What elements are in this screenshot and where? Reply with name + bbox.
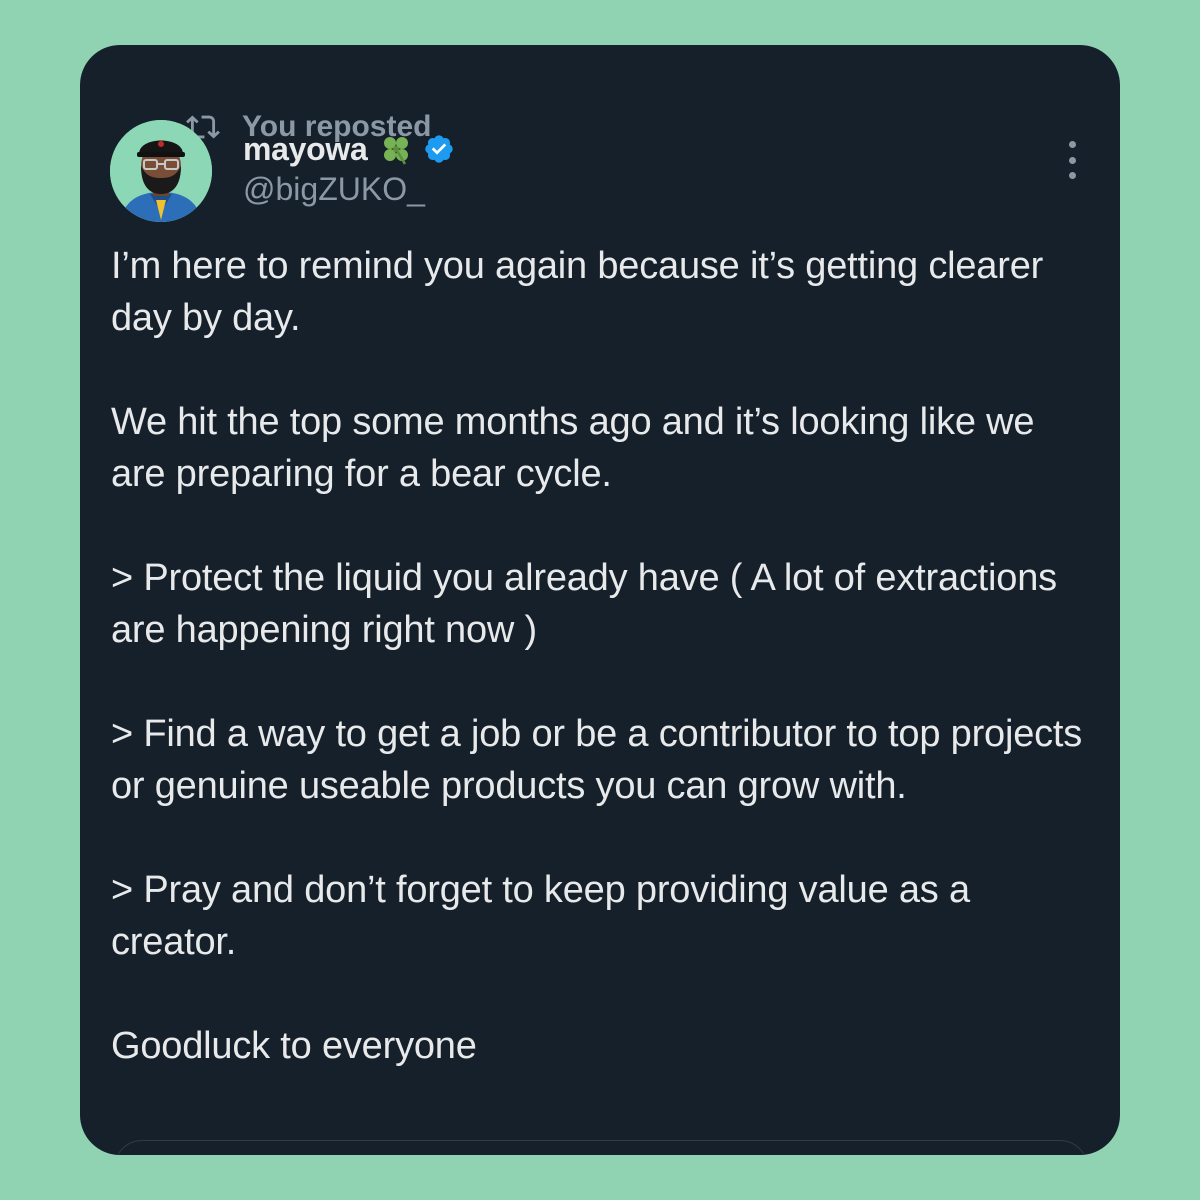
- four-leaf-clover-icon: [384, 137, 409, 165]
- tweet-paragraph: > Find a way to get a job or be a contri…: [111, 713, 1083, 807]
- tweet-paragraph: Goodluck to everyone: [111, 1025, 477, 1067]
- tweet-paragraph: > Pray and don’t forget to keep providin…: [111, 869, 970, 963]
- more-options-icon: [1068, 141, 1076, 148]
- more-options-icon-dot: [1068, 172, 1076, 179]
- tweet-paragraph: We hit the top some months ago and it’s …: [111, 401, 1035, 495]
- tweet-paragraph: > Protect the liquid you already have ( …: [111, 557, 1057, 651]
- author-display-name[interactable]: mayowa: [243, 131, 368, 168]
- tweet-text: I’m here to remind you again because it’…: [111, 240, 1096, 1072]
- avatar[interactable]: [110, 120, 212, 222]
- verified-badge-icon: [425, 135, 454, 163]
- tweet-paragraph: I’m here to remind you again because it’…: [111, 245, 1044, 339]
- author-name-row[interactable]: mayowa: [243, 127, 455, 171]
- author-handle[interactable]: @bigZUKO_: [243, 171, 425, 208]
- more-options-icon-dot: [1068, 156, 1076, 164]
- avatar-illustration-icon: [110, 120, 212, 222]
- quoted-content-preview[interactable]: [114, 1140, 1088, 1155]
- tweet-card[interactable]: You reposted mayowa @bigZUKO_ I’m here t…: [80, 45, 1120, 1155]
- more-options-button[interactable]: [1052, 137, 1092, 183]
